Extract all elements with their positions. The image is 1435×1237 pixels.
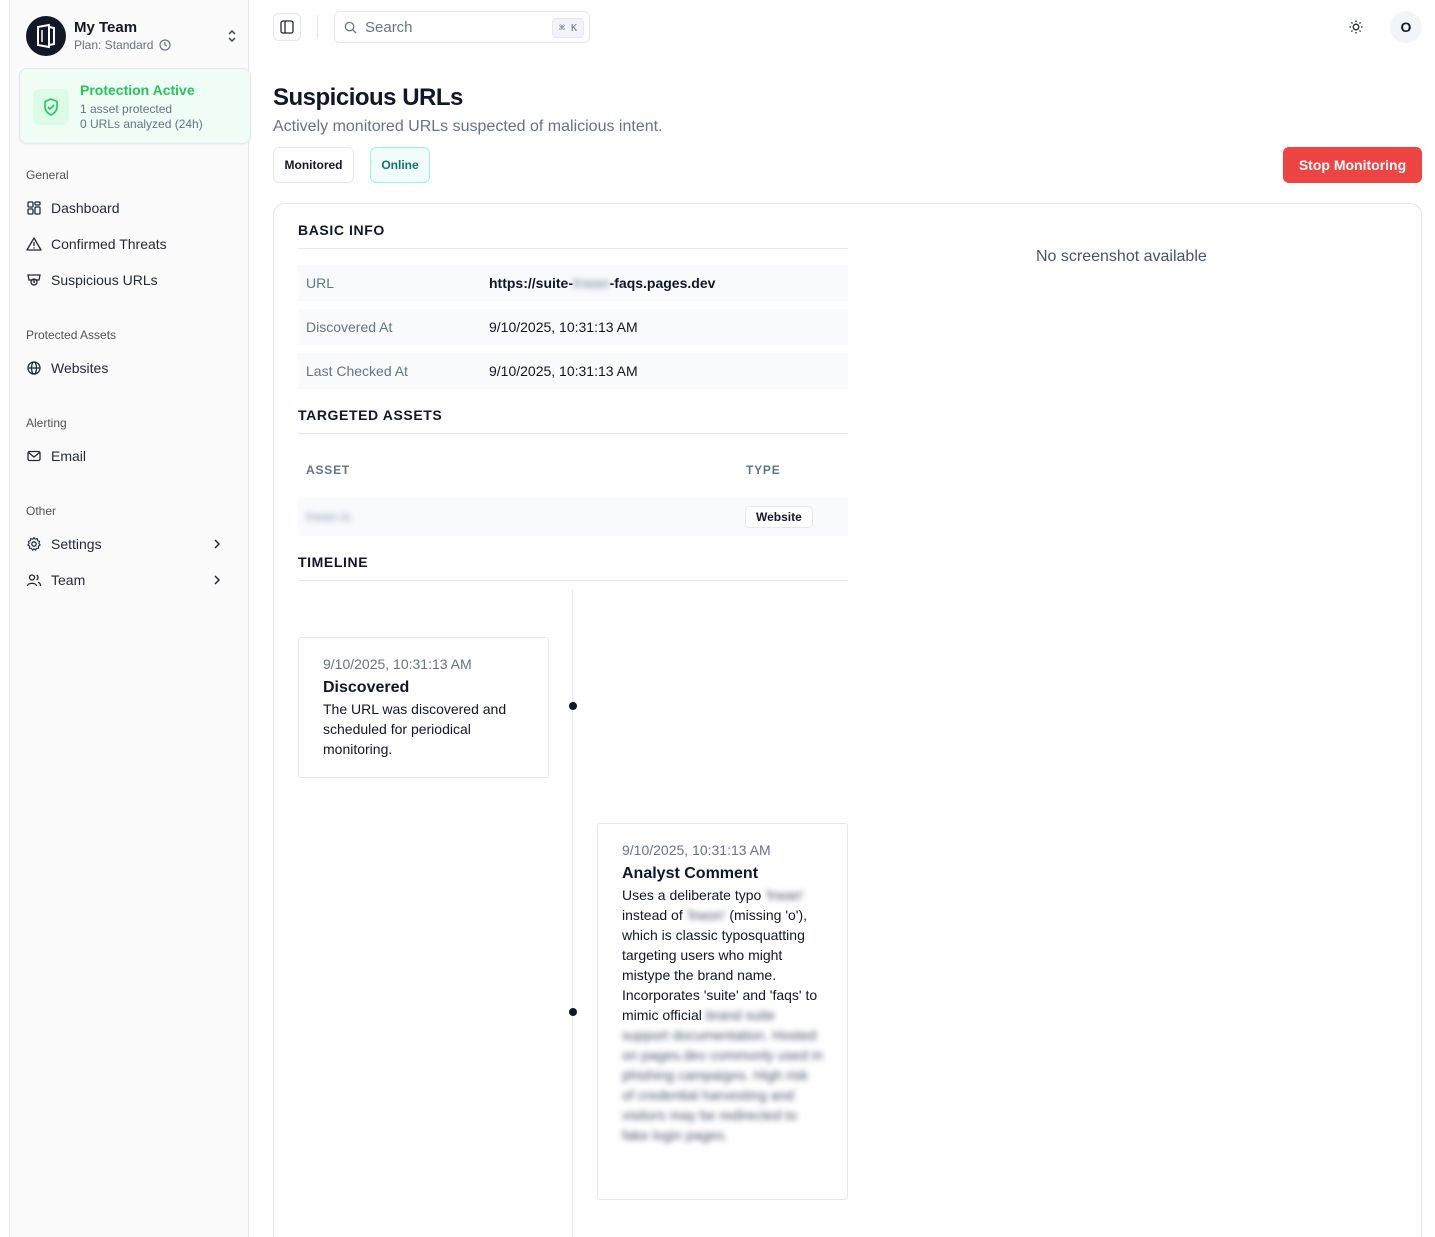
nav-group-protected-assets: Protected Assets xyxy=(26,328,117,342)
sidebar-item-email[interactable]: Email xyxy=(26,441,240,471)
section-divider xyxy=(298,433,848,434)
team-plan: Plan: Standard xyxy=(74,38,154,52)
targeted-assets-heading: TARGETED ASSETS xyxy=(298,407,443,423)
sidebar-item-label: Team xyxy=(51,572,86,588)
screenshot-placeholder: No screenshot available xyxy=(1036,248,1207,265)
search-icon xyxy=(344,21,357,34)
info-label: Last Checked At xyxy=(306,363,408,379)
chevrons-up-down-icon[interactable] xyxy=(224,26,240,46)
search-shortcut: ⌘ K xyxy=(551,18,584,38)
toolbar-divider xyxy=(317,15,318,39)
column-header-type: TYPE xyxy=(746,463,781,477)
basic-info-heading: BASIC INFO xyxy=(298,222,385,238)
timeline-event-analyst-comment: 9/10/2025, 10:31:13 AM Analyst Comment U… xyxy=(597,823,848,1200)
event-body: The URL was discovered and scheduled for… xyxy=(323,701,507,757)
gear-icon xyxy=(27,536,41,551)
info-label: Discovered At xyxy=(306,319,393,335)
sidebar-item-dashboard[interactable]: Dashboard xyxy=(26,193,240,223)
sidebar-item-label: Confirmed Threats xyxy=(51,236,167,252)
users-icon xyxy=(26,574,42,587)
door-logo-icon xyxy=(37,23,55,49)
event-time: 9/10/2025, 10:31:13 AM xyxy=(323,656,472,672)
info-row-last-checked-at: Last Checked At 9/10/2025, 10:31:13 AM xyxy=(298,353,848,389)
protection-title: Protection Active xyxy=(80,82,195,98)
redacted-text: 'lrwon' xyxy=(686,907,726,923)
sidebar-item-confirmed-threats[interactable]: Confirmed Threats xyxy=(26,229,240,259)
info-row-url: URL https://suite-lrwan-faqs.pages.dev xyxy=(298,265,848,301)
sidebar-item-label: Settings xyxy=(51,536,102,552)
url-value[interactable]: https://suite-lrwan-faqs.pages.dev xyxy=(489,275,715,291)
sidebar-item-suspicious-urls[interactable]: Suspicious URLs xyxy=(26,265,240,295)
redacted-text: 'lrwan' xyxy=(765,887,805,903)
info-row-discovered-at: Discovered At 9/10/2025, 10:31:13 AM xyxy=(298,309,848,345)
info-label: URL xyxy=(306,275,335,291)
urls-analyzed-count: 0 URLs analyzed (24h) xyxy=(80,117,203,131)
sidebar-item-label: Websites xyxy=(51,360,109,376)
sidebar: My Team Plan: Standard Protection Active… xyxy=(9,0,251,1237)
asset-type-badge: Website xyxy=(745,506,813,528)
toggle-sidebar-button[interactable] xyxy=(273,13,301,41)
event-body: Uses a deliberate typo 'lrwan' instead o… xyxy=(622,887,823,1143)
team-switcher[interactable]: My Team Plan: Standard xyxy=(26,15,240,57)
timeline-axis xyxy=(572,590,573,1237)
timeline-dot xyxy=(569,1008,577,1016)
nav-group-general: General xyxy=(26,168,69,182)
panel-left-icon xyxy=(280,20,294,34)
warning-triangle-icon xyxy=(26,237,42,251)
cctv-icon xyxy=(27,274,41,286)
search-placeholder: Search xyxy=(365,18,413,36)
timeline-event-discovered: 9/10/2025, 10:31:13 AM Discovered The UR… xyxy=(298,637,549,778)
section-divider xyxy=(298,580,848,581)
search-input[interactable]: Search ⌘ K xyxy=(334,11,590,43)
globe-icon xyxy=(27,361,41,375)
sidebar-item-label: Dashboard xyxy=(51,200,120,216)
nav-group-alerting: Alerting xyxy=(26,416,67,430)
protection-status-card: Protection Active 1 asset protected 0 UR… xyxy=(19,68,251,144)
sidebar-item-team[interactable]: Team xyxy=(26,565,240,595)
event-time: 9/10/2025, 10:31:13 AM xyxy=(622,842,771,858)
status-badge-online: Online xyxy=(370,147,430,183)
column-header-asset: ASSET xyxy=(306,463,351,477)
asset-name: lrwan.io xyxy=(306,509,351,524)
mail-icon xyxy=(27,450,41,462)
chevron-right-icon xyxy=(214,575,221,585)
dashboard-icon xyxy=(27,201,41,215)
chevron-right-icon xyxy=(214,539,221,549)
team-name: My Team xyxy=(74,19,138,36)
timeline-heading: TIMELINE xyxy=(298,554,369,570)
section-divider xyxy=(298,248,848,249)
discovered-at-value: 9/10/2025, 10:31:13 AM xyxy=(489,319,638,335)
sidebar-item-settings[interactable]: Settings xyxy=(26,529,240,559)
shield-check-icon xyxy=(33,89,69,125)
redacted-text: brand suite support documentation. Hoste… xyxy=(622,1007,823,1143)
team-logo xyxy=(26,16,66,56)
redacted-text: lrwan xyxy=(573,275,610,291)
status-badge-monitored: Monitored xyxy=(273,147,354,183)
last-checked-value: 9/10/2025, 10:31:13 AM xyxy=(489,363,638,379)
theme-toggle-button[interactable] xyxy=(1343,14,1369,40)
timeline-dot xyxy=(569,702,577,710)
clock-icon xyxy=(159,39,171,51)
stop-monitoring-button[interactable]: Stop Monitoring xyxy=(1283,147,1422,183)
protected-assets-count: 1 asset protected xyxy=(80,102,173,116)
sidebar-item-label: Suspicious URLs xyxy=(51,272,158,288)
user-avatar[interactable]: O xyxy=(1390,11,1422,43)
nav-group-other: Other xyxy=(26,504,57,518)
sun-icon xyxy=(1349,20,1363,34)
page-title: Suspicious URLs xyxy=(273,84,463,111)
event-title: Analyst Comment xyxy=(622,865,759,882)
page-subtitle: Actively monitored URLs suspected of mal… xyxy=(273,118,663,135)
event-title: Discovered xyxy=(323,679,410,696)
table-row[interactable]: lrwan.io Website xyxy=(298,498,848,536)
sidebar-item-label: Email xyxy=(51,448,87,464)
sidebar-item-websites[interactable]: Websites xyxy=(26,353,240,383)
